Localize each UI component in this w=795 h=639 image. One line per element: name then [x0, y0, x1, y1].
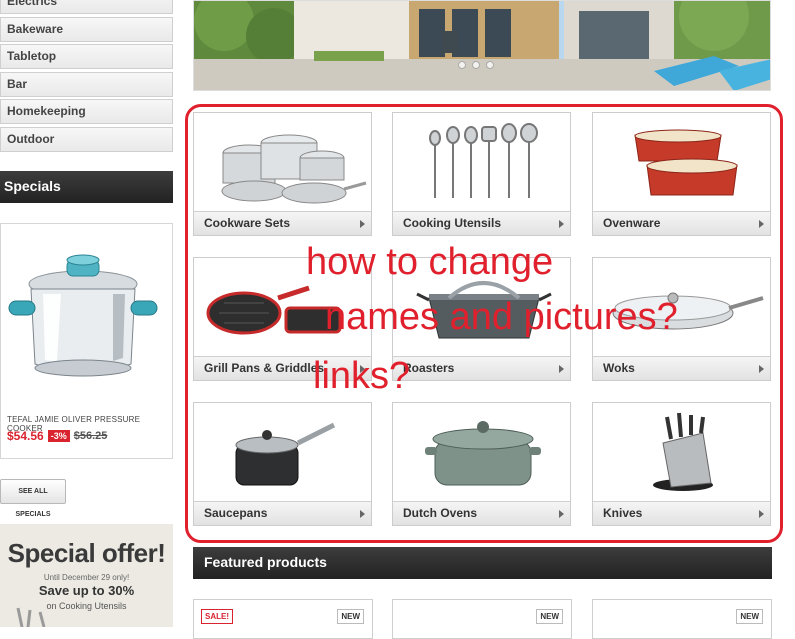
- new-badge: NEW: [536, 609, 563, 624]
- house-photo: [194, 1, 770, 90]
- category-dutch-ovens[interactable]: Dutch Ovens: [392, 402, 571, 526]
- category-label[interactable]: Roasters: [393, 356, 570, 380]
- saucepans-image: [235, 422, 336, 486]
- category-ovenware[interactable]: Ovenware: [592, 112, 771, 236]
- category-woks[interactable]: Woks: [592, 257, 771, 381]
- sidebar-item-label: Tabletop: [7, 49, 57, 63]
- hero-slider[interactable]: [193, 0, 771, 91]
- slider-dot[interactable]: [486, 61, 494, 69]
- special-price: $54.56: [7, 429, 44, 443]
- sidebar-item-bar[interactable]: Bar: [0, 72, 173, 97]
- arrow-right-icon: [759, 510, 764, 518]
- offer-save: Save up to 30%: [38, 583, 135, 598]
- sidebar-item-homekeeping[interactable]: Homekeeping: [0, 99, 173, 124]
- category-cookware-sets[interactable]: Cookware Sets: [193, 112, 372, 236]
- arrow-right-icon: [759, 220, 764, 228]
- featured-product-card[interactable]: NEW: [592, 599, 772, 639]
- offer-subject: on Cooking Utensils: [46, 601, 127, 611]
- sidebar-item-label: Homekeeping: [7, 104, 86, 118]
- new-badge: NEW: [736, 609, 763, 624]
- arrow-right-icon: [759, 365, 764, 373]
- category-label[interactable]: Ovenware: [593, 211, 770, 235]
- woks-image: [612, 292, 764, 330]
- category-label[interactable]: Grill Pans & Griddles: [194, 356, 371, 380]
- arrow-right-icon: [360, 365, 365, 373]
- category-label[interactable]: Woks: [593, 356, 770, 380]
- featured-product-card[interactable]: NEW: [392, 599, 572, 639]
- old-price: $56.25: [73, 430, 108, 442]
- featured-product-card[interactable]: SALE! NEW: [193, 599, 373, 639]
- arrow-right-icon: [559, 220, 564, 228]
- sidebar-item-electrics[interactable]: Electrics: [0, 0, 173, 14]
- offer-title: Special offer!: [7, 538, 166, 568]
- special-product-card[interactable]: TEFAL JAMIE OLIVER PRESSURE COOKER $54.5…: [0, 223, 173, 459]
- discount-badge: -3%: [47, 430, 70, 442]
- ovenware-image: [634, 129, 738, 196]
- see-all-specials-button[interactable]: SEE ALL SPECIALS: [0, 479, 66, 518]
- category-label[interactable]: Knives: [593, 501, 770, 525]
- sidebar-item-bakeware[interactable]: Bakeware: [0, 17, 173, 42]
- arrow-right-icon: [360, 220, 365, 228]
- category-knives[interactable]: Knives: [592, 402, 771, 526]
- sidebar-item-label: Electrics: [7, 0, 58, 8]
- specials-heading: Specials: [0, 171, 173, 203]
- arrow-right-icon: [360, 510, 365, 518]
- slider-dot[interactable]: [472, 61, 480, 69]
- category-label[interactable]: Saucepans: [194, 501, 371, 525]
- arrow-right-icon: [559, 510, 564, 518]
- category-roasters[interactable]: Roasters: [392, 257, 571, 381]
- offer-until: Until December 29 only!: [43, 573, 130, 582]
- grill-pans-image: [206, 285, 342, 335]
- new-badge: NEW: [337, 609, 364, 624]
- arrow-right-icon: [559, 365, 564, 373]
- category-label[interactable]: Cookware Sets: [194, 211, 371, 235]
- category-saucepans[interactable]: Saucepans: [193, 402, 372, 526]
- featured-products-heading: Featured products: [193, 547, 772, 579]
- roasters-image: [416, 281, 552, 339]
- slider-dots: [458, 61, 494, 69]
- sidebar-item-label: Bar: [7, 77, 28, 91]
- slider-dot[interactable]: [458, 61, 466, 69]
- sidebar-item-outdoor[interactable]: Outdoor: [0, 127, 173, 152]
- category-label[interactable]: Dutch Ovens: [393, 501, 570, 525]
- category-cooking-utensils[interactable]: Cooking Utensils: [392, 112, 571, 236]
- sidebar-item-tabletop[interactable]: Tabletop: [0, 44, 173, 69]
- category-grill-pans[interactable]: Grill Pans & Griddles: [193, 257, 372, 381]
- pressure-cooker-image[interactable]: [1, 234, 172, 414]
- sale-badge: SALE!: [201, 609, 233, 624]
- dutch-ovens-image: [425, 421, 541, 486]
- sidebar-item-label: Outdoor: [7, 132, 55, 146]
- knives-image: [653, 412, 713, 491]
- cookware-sets-image: [221, 134, 367, 204]
- category-label[interactable]: Cooking Utensils: [393, 211, 570, 235]
- special-price-row: $54.56 -3% $56.25: [7, 429, 107, 443]
- cooking-utensils-image: [429, 123, 538, 198]
- special-offer-banner[interactable]: Special offer! Until December 29 only! S…: [0, 524, 173, 627]
- sidebar-item-label: Bakeware: [7, 22, 64, 36]
